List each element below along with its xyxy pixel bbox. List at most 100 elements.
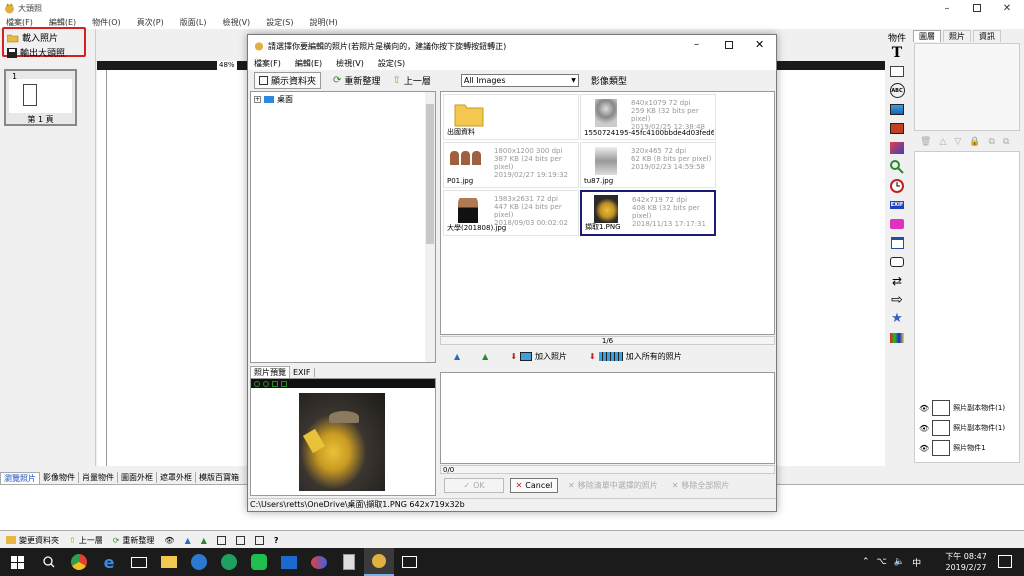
dialog-maximize-button[interactable]: [725, 41, 733, 49]
menu-help[interactable]: 說明(H): [310, 17, 338, 28]
taskbar-chrome[interactable]: [64, 548, 94, 576]
tab-masks[interactable]: 遮罩外框: [157, 472, 196, 483]
frame-tool[interactable]: [889, 121, 905, 136]
eye-icon[interactable]: 👁: [919, 404, 929, 413]
tab-browse-photos[interactable]: 瀏覽照片: [0, 471, 40, 484]
grid-icon[interactable]: [235, 535, 245, 545]
taskbar-line[interactable]: [244, 548, 274, 576]
calendar-tool[interactable]: [889, 235, 905, 250]
menu-page[interactable]: 頁次(P): [137, 17, 164, 28]
mountain-icon[interactable]: ▲: [185, 536, 191, 545]
line-tool[interactable]: ⇄: [889, 273, 905, 288]
menu-settings[interactable]: 設定(S): [266, 17, 293, 28]
dialog-refresh-button[interactable]: ⟳ 重新整理: [333, 74, 380, 87]
wifi-icon[interactable]: ⌥: [877, 557, 887, 567]
fit-icon[interactable]: [216, 535, 226, 545]
file-item[interactable]: 320x465 72 dpi 62 KB (8 bits per pixel) 20…: [580, 142, 716, 188]
search-button[interactable]: [34, 548, 64, 576]
notification-button[interactable]: [998, 555, 1012, 568]
export-photo-button[interactable]: 輸出大頭照: [7, 46, 65, 59]
tab-info[interactable]: 資訊: [973, 30, 1001, 42]
zoom-out-icon[interactable]: [263, 380, 269, 387]
zoom-in-icon[interactable]: [254, 380, 260, 387]
taskbar-app-blue[interactable]: [184, 548, 214, 576]
volume-icon[interactable]: 🔈: [894, 557, 905, 567]
taskbar-photo-app[interactable]: [364, 548, 394, 576]
label-tool[interactable]: [889, 64, 905, 79]
dialog-minimize-button[interactable]: –: [694, 39, 699, 50]
exif-tool[interactable]: EXIF: [889, 197, 905, 212]
refresh-button[interactable]: ⟳ 重新整理: [113, 535, 155, 546]
mountain-icon[interactable]: ▲: [201, 536, 207, 545]
arrow-tool[interactable]: ⇨: [889, 292, 905, 308]
clock[interactable]: 下午 08:47 2019/2/27: [940, 551, 992, 573]
rotate-right-icon[interactable]: ▲: [482, 352, 488, 361]
add-all-photos-button[interactable]: ⬇ 加入所有的照片: [589, 351, 682, 362]
help-icon[interactable]: ?: [274, 536, 279, 545]
tab-layers[interactable]: 圖層: [913, 30, 941, 42]
add-photo-button[interactable]: ⬇ 加入照片: [510, 351, 567, 362]
taskbar-photos[interactable]: [394, 548, 424, 576]
text-tool[interactable]: T: [889, 45, 905, 61]
remove-all-button[interactable]: ✕ 移除全部照片: [668, 480, 734, 491]
menu-object[interactable]: 物件(O): [92, 17, 121, 28]
menu-layout[interactable]: 版面(L): [180, 17, 207, 28]
layer-item[interactable]: 👁 照片副本物件(1): [919, 400, 1005, 416]
tab-exif[interactable]: EXIF: [290, 367, 315, 377]
triangle-down-icon[interactable]: ▽: [954, 137, 961, 147]
speech-tool[interactable]: [889, 254, 905, 269]
taskbar-app-green[interactable]: [214, 548, 244, 576]
dialog-menu-view[interactable]: 檢視(V): [336, 58, 364, 69]
tab-image-objects[interactable]: 影像物件: [40, 472, 79, 483]
file-item[interactable]: 出國資料: [443, 94, 579, 140]
star-tool[interactable]: ★: [889, 311, 905, 326]
image-filter-select[interactable]: All Images ▼: [460, 73, 579, 87]
dialog-up-button[interactable]: ⇧ 上一層: [392, 74, 430, 87]
tab-frames[interactable]: 圖面外框: [118, 472, 157, 483]
rotate-left-icon[interactable]: ▲: [454, 352, 460, 361]
file-item-selected[interactable]: 642x719 72 dpi 408 KB (32 bits per pixel)…: [580, 190, 716, 236]
tab-photo-preview[interactable]: 照片預覽: [250, 366, 290, 378]
zoom-tool[interactable]: [889, 159, 905, 174]
eye-icon[interactable]: 👁: [164, 536, 174, 545]
minimize-button[interactable]: –: [932, 0, 962, 16]
clock-tool[interactable]: [889, 178, 905, 193]
file-item[interactable]: 1983x2631 72 dpi 447 KB (24 bits per pixe…: [443, 190, 579, 236]
ime-indicator[interactable]: 中: [912, 556, 921, 569]
dialog-close-button[interactable]: ✕: [755, 38, 764, 51]
photo-tool[interactable]: [889, 140, 905, 155]
taskbar-paint[interactable]: [304, 548, 334, 576]
expand-icon[interactable]: +: [254, 96, 261, 103]
show-folder-button[interactable]: 顯示資料夾: [254, 71, 322, 89]
taskbar-calculator[interactable]: [334, 548, 364, 576]
dialog-menu-edit[interactable]: 編輯(E): [295, 58, 322, 69]
taskbar-edge[interactable]: e: [94, 548, 124, 576]
taskbar-explorer[interactable]: [154, 548, 184, 576]
image-tool[interactable]: [889, 102, 905, 117]
eye-icon[interactable]: 👁: [919, 444, 929, 453]
stamp-tool[interactable]: [889, 216, 905, 231]
triangle-up-icon[interactable]: △: [939, 137, 946, 147]
tab-templates[interactable]: 模版百寶箱: [196, 472, 242, 483]
remove-selected-button[interactable]: ✕ 移除清單中選擇的照片: [564, 480, 662, 491]
abc-tool[interactable]: ABC: [889, 83, 905, 98]
layers-icon[interactable]: ⧉: [1003, 137, 1009, 147]
fit-icon[interactable]: [272, 380, 278, 387]
cancel-button[interactable]: ✕ Cancel: [510, 477, 558, 493]
change-folder-button[interactable]: 變更資料夾: [6, 535, 59, 546]
maximize-button[interactable]: [962, 0, 992, 16]
ok-button[interactable]: ✓ OK: [444, 477, 504, 493]
tree-scrollbar[interactable]: [425, 92, 435, 362]
tree-node-desktop[interactable]: + 桌面: [254, 94, 293, 105]
load-photo-button[interactable]: 載入照片: [7, 31, 58, 44]
lock-icon[interactable]: 🔒: [969, 137, 980, 147]
taskbar-mail[interactable]: [124, 548, 154, 576]
grid-icon[interactable]: [254, 535, 264, 545]
page-thumbnail[interactable]: 1 第 1 頁: [4, 69, 77, 126]
menu-view[interactable]: 檢視(V): [222, 17, 250, 28]
taskbar-mail-blue[interactable]: [274, 548, 304, 576]
tab-photos[interactable]: 照片: [943, 30, 971, 42]
start-button[interactable]: [0, 548, 34, 576]
file-item[interactable]: 1800x1200 300 dpi 387 KB (24 bits per pix…: [443, 142, 579, 188]
layer-item[interactable]: 👁 照片物件1: [919, 440, 986, 456]
